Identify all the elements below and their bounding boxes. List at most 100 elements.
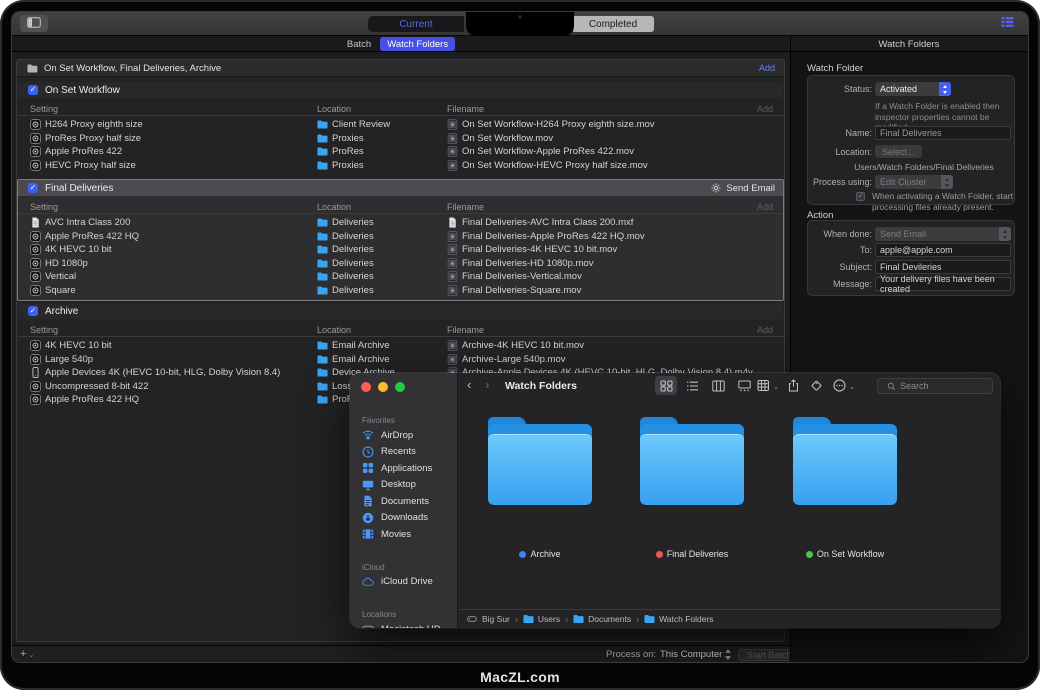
sidebar-item-downloads[interactable]: Downloads [350,510,457,527]
batch-row[interactable]: HD 1080pDeliveriesFinal Deliveries-HD 10… [18,257,783,271]
view-gallery-button[interactable] [733,376,755,395]
path-item[interactable]: Watch Folders [644,614,713,624]
zoom-button[interactable] [395,382,405,392]
search-field[interactable]: Search [877,378,993,394]
process-using-popup[interactable]: Edit Cluster [875,175,953,189]
group-action-button[interactable]: Send Email [711,183,775,194]
name-field[interactable]: Final Deliveries [875,126,1011,140]
group-by-button[interactable]: ⌄ [757,379,771,392]
status-popup[interactable]: Activated [875,82,951,96]
setting-icon [30,146,41,157]
movie-icon [447,231,458,242]
close-button[interactable] [361,382,371,392]
column-add-link[interactable]: Add [757,202,773,212]
sidebar-item-recents[interactable]: Recents [350,444,457,461]
sidebar-item-label: Desktop [381,479,416,490]
path-item[interactable]: Users [523,614,560,624]
when-done-popup[interactable]: Send Email [875,227,1011,241]
folder-icon-large[interactable] [793,417,897,505]
row-filename: Final Deliveries-Vertical.mov [462,271,582,282]
folder-label[interactable]: Archive [486,549,594,559]
minimize-button[interactable] [378,382,388,392]
tab-watch-folders[interactable]: Watch Folders [380,37,455,51]
view-list-button[interactable] [681,376,703,395]
subject-field[interactable]: Final Devileries [875,260,1011,274]
group-header[interactable]: ✓On Set Workflow [18,82,783,98]
sidebar-item-label: Downloads [381,512,428,523]
batch-row[interactable]: 4K HEVC 10 bitEmail ArchiveArchive-4K HE… [18,339,783,353]
process-on-select[interactable]: This Computer [660,649,722,660]
row-setting: 4K HEVC 10 bit [45,340,112,351]
tab-batch[interactable]: Batch [347,39,371,50]
batch-row[interactable]: AVC Intra Class 200DeliveriesFinal Deliv… [18,216,783,230]
group-checkbox[interactable]: ✓ [28,306,38,316]
activate-checkbox[interactable]: ✓ [856,192,865,201]
folder-icon-large[interactable] [488,417,592,505]
add-job-button[interactable]: +⌄ [20,648,34,660]
sidebar-item-label: Documents [381,496,429,507]
forward-button[interactable]: › [485,377,489,392]
column-headers: SettingLocationFilenameAdd [18,324,783,337]
documents-icon [362,495,374,507]
more-options-button[interactable]: ⌄ [833,379,847,392]
batch-row[interactable]: H264 Proxy eighth sizeClient ReviewOn Se… [18,118,783,132]
finder-icon-view: Archive Final Deliveries On Set Workflow [459,400,1000,609]
column-filename: Filename [447,325,484,335]
batch-monitor-button[interactable] [994,16,1020,32]
sidebar-item-desktop[interactable]: Desktop [350,477,457,494]
view-columns-button[interactable] [707,376,729,395]
airdrop-icon [362,429,374,441]
tags-button[interactable] [810,379,824,392]
row-location: Proxies [332,160,364,171]
batch-row[interactable]: HEVC Proxy half sizeProxiesOn Set Workfl… [18,159,783,173]
to-label: To: [808,245,872,255]
batch-row[interactable]: 4K HEVC 10 bitDeliveriesFinal Deliveries… [18,243,783,257]
sidebar-section-label: Locations [362,610,457,619]
tab-current[interactable]: Current [368,16,464,32]
folder-icon-large[interactable] [640,417,744,505]
row-filename: Final Deliveries-4K HEVC 10 bit.mov [462,244,617,255]
batch-row[interactable]: SquareDeliveriesFinal Deliveries-Square.… [18,284,783,298]
batch-add-link[interactable]: Add [759,63,775,73]
group-checkbox[interactable]: ✓ [28,85,38,95]
path-item[interactable]: Documents [573,614,631,624]
location-select-button[interactable]: Select... [875,145,922,158]
sidebar-item-movies[interactable]: Movies [350,526,457,543]
batch-row[interactable]: Apple ProRes 422 HQDeliveriesFinal Deliv… [18,230,783,244]
popup-stepper-icon [939,82,951,96]
folder-label[interactable]: Final Deliveries [638,549,746,559]
batch-row[interactable]: VerticalDeliveriesFinal Deliveries-Verti… [18,270,783,284]
batch-title: On Set Workflow, Final Deliveries, Archi… [44,63,221,74]
batch-header-bar[interactable]: On Set Workflow, Final Deliveries, Archi… [17,60,784,77]
setting-icon [30,258,41,269]
status-label: Status: [808,84,872,94]
sidebar-item-airdrop[interactable]: AirDrop [350,427,457,444]
sidebar-item-label: iCloud Drive [381,576,433,587]
message-field[interactable]: Your delivery files have been created [875,277,1011,291]
column-location: Location [317,104,351,114]
column-add-link[interactable]: Add [757,325,773,335]
row-filename: Final Deliveries-Square.mov [462,285,581,296]
sidebar-toggle-button[interactable] [20,15,48,32]
group-header[interactable]: ✓ Archive [18,303,783,319]
column-add-link[interactable]: Add [757,104,773,114]
back-button[interactable]: ‹ [467,377,471,392]
gear-icon [711,183,721,193]
sidebar-item-macintosh-hd[interactable]: Macintosh HD [350,621,457,628]
batch-row[interactable]: ProRes Proxy half sizeProxiesOn Set Work… [18,132,783,146]
path-item[interactable]: Big Sur [467,614,510,624]
group-checkbox[interactable]: ✓ [28,183,38,193]
sidebar-item-documents[interactable]: Documents [350,493,457,510]
share-button[interactable] [787,379,801,392]
process-on-stepper-icon[interactable] [724,649,732,660]
tab-completed[interactable]: Completed [572,16,654,32]
sidebar-item-icloud-drive[interactable]: iCloud Drive [350,574,457,591]
batch-row[interactable]: Apple ProRes 422ProResOn Set Workflow-Ap… [18,145,783,159]
batch-row[interactable]: Large 540pEmail ArchiveArchive-Large 540… [18,353,783,367]
view-grid-button[interactable] [655,376,677,395]
sidebar-item-applications[interactable]: Applications [350,460,457,477]
group-name: Archive [45,306,78,317]
group-header[interactable]: ✓Final DeliveriesSend Email [18,180,783,196]
folder-label[interactable]: On Set Workflow [791,549,899,559]
to-field[interactable]: apple@apple.com [875,243,1011,257]
